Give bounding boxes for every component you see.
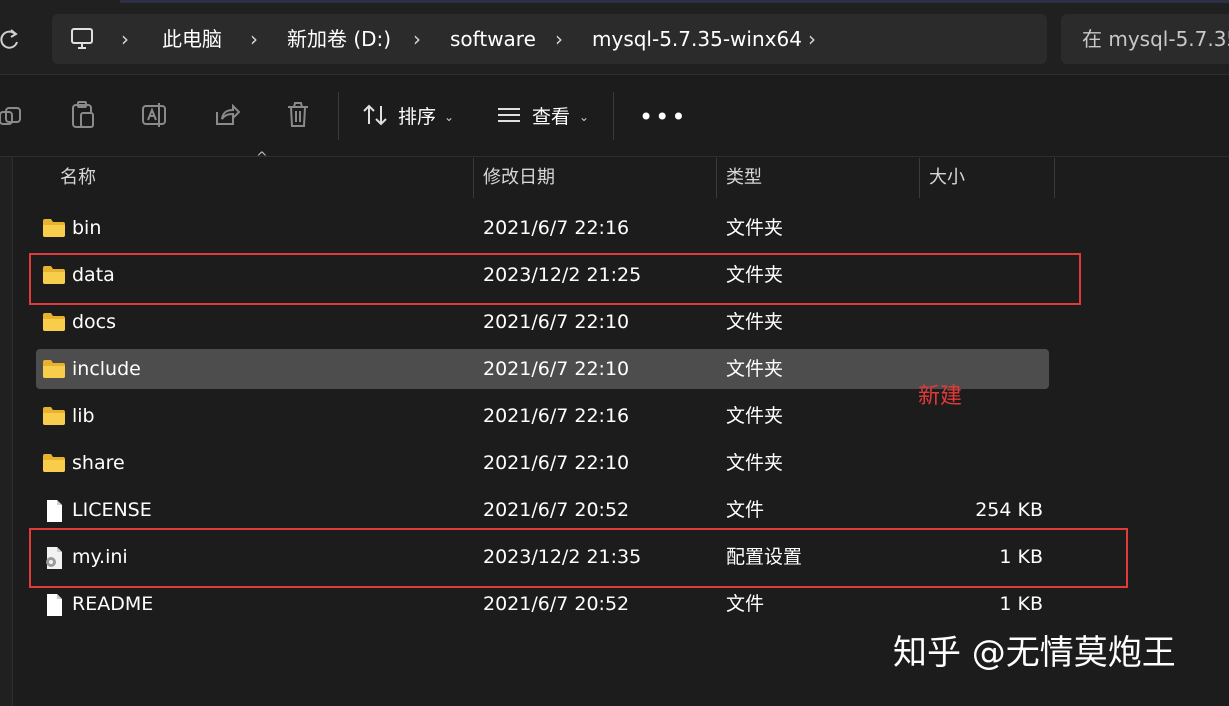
- more-options-button[interactable]: •••: [639, 104, 687, 130]
- file-date: 2021/6/7 20:52: [483, 499, 630, 521]
- column-header-size[interactable]: 大小: [929, 158, 965, 198]
- chevron-right-icon[interactable]: ›: [808, 14, 816, 64]
- chevron-right-icon[interactable]: ›: [250, 14, 258, 64]
- chevron-right-icon[interactable]: ›: [413, 14, 421, 64]
- annotation-label: 新建: [918, 384, 963, 409]
- this-pc-icon[interactable]: [70, 27, 96, 51]
- sort-button[interactable]: 排序: [398, 104, 436, 130]
- delete-icon[interactable]: [285, 100, 313, 130]
- file-row-bin[interactable]: bin 2021/6/7 22:16 文件夹: [36, 208, 1049, 248]
- folder-icon: [42, 453, 66, 473]
- file-name: include: [72, 358, 141, 380]
- breadcrumb-drive-d[interactable]: 新加卷 (D:): [287, 14, 391, 64]
- file-name: share: [72, 452, 125, 474]
- highlight-box-data: [29, 253, 1081, 305]
- file-date: 2021/6/7 20:52: [483, 593, 630, 615]
- file-date: 2021/6/7 22:16: [483, 217, 630, 239]
- file-row-docs[interactable]: docs 2021/6/7 22:10 文件夹: [36, 302, 1049, 342]
- share-icon[interactable]: [213, 100, 241, 130]
- file-date: 2021/6/7 22:16: [483, 405, 630, 427]
- window-accent: [120, 0, 1229, 3]
- folder-icon: [42, 406, 66, 426]
- column-divider[interactable]: [716, 158, 717, 198]
- file-icon: [42, 594, 66, 616]
- sort-ascending-icon: ^: [256, 150, 268, 166]
- file-name: LICENSE: [72, 499, 152, 521]
- breadcrumb-this-pc[interactable]: 此电脑: [162, 14, 222, 64]
- file-size: 1 KB: [999, 593, 1043, 615]
- sort-icon[interactable]: [362, 100, 390, 130]
- column-header-name[interactable]: 名称: [60, 158, 96, 198]
- column-divider[interactable]: [1054, 158, 1055, 198]
- file-row-lib[interactable]: lib 2021/6/7 22:16 文件夹: [36, 396, 1049, 436]
- watermark: 知乎 @无情莫炮王: [893, 633, 1176, 673]
- search-box[interactable]: 在 mysql-5.7.35: [1061, 14, 1229, 64]
- column-header-type[interactable]: 类型: [726, 158, 762, 198]
- column-divider[interactable]: [473, 158, 474, 198]
- file-size: 254 KB: [975, 499, 1043, 521]
- chevron-down-icon[interactable]: ⌄: [579, 104, 589, 130]
- view-icon[interactable]: [496, 100, 524, 130]
- paste-icon[interactable]: [70, 100, 98, 130]
- column-divider[interactable]: [919, 158, 920, 198]
- file-type: 文件夹: [726, 358, 784, 380]
- breadcrumb-mysql-folder[interactable]: mysql-5.7.35-winx64: [592, 14, 802, 64]
- rename-icon[interactable]: [141, 100, 169, 130]
- search-placeholder: 在 mysql-5.7.35: [1082, 27, 1229, 51]
- folder-icon: [42, 359, 66, 379]
- file-name: lib: [72, 405, 95, 427]
- chevron-right-icon[interactable]: ›: [121, 14, 129, 64]
- file-type: 文件夹: [726, 405, 784, 427]
- toolbar-divider: [338, 92, 339, 140]
- file-date: 2021/6/7 22:10: [483, 452, 630, 474]
- toolbar-divider: [613, 92, 614, 140]
- file-name: README: [72, 593, 154, 615]
- file-date: 2021/6/7 22:10: [483, 358, 630, 380]
- highlight-box-myini: [29, 528, 1128, 588]
- navigation-pane[interactable]: [0, 157, 13, 706]
- file-type: 文件: [726, 593, 765, 615]
- file-row-share[interactable]: share 2021/6/7 22:10 文件夹: [36, 443, 1049, 483]
- file-icon: [42, 500, 66, 522]
- folder-icon: [42, 218, 66, 238]
- file-type: 文件夹: [726, 452, 784, 474]
- view-button[interactable]: 查看: [532, 104, 570, 130]
- copy-icon[interactable]: [0, 100, 28, 130]
- file-name: bin: [72, 217, 102, 239]
- chevron-down-icon[interactable]: ⌄: [444, 104, 454, 130]
- file-name: docs: [72, 311, 117, 333]
- refresh-icon[interactable]: [0, 26, 22, 52]
- file-type: 文件: [726, 499, 765, 521]
- file-row-license[interactable]: LICENSE 2021/6/7 20:52 文件 254 KB: [36, 490, 1049, 530]
- column-header-date[interactable]: 修改日期: [483, 158, 555, 198]
- command-bar: [0, 75, 1229, 157]
- folder-icon: [42, 312, 66, 332]
- divider: [0, 156, 1229, 157]
- breadcrumb-software[interactable]: software: [450, 14, 536, 64]
- chevron-right-icon[interactable]: ›: [555, 14, 563, 64]
- file-type: 文件夹: [726, 311, 784, 333]
- file-date: 2021/6/7 22:10: [483, 311, 630, 333]
- file-row-readme[interactable]: README 2021/6/7 20:52 文件 1 KB: [36, 584, 1049, 624]
- file-type: 文件夹: [726, 217, 784, 239]
- file-row-include[interactable]: include 2021/6/7 22:10 文件夹: [36, 349, 1049, 389]
